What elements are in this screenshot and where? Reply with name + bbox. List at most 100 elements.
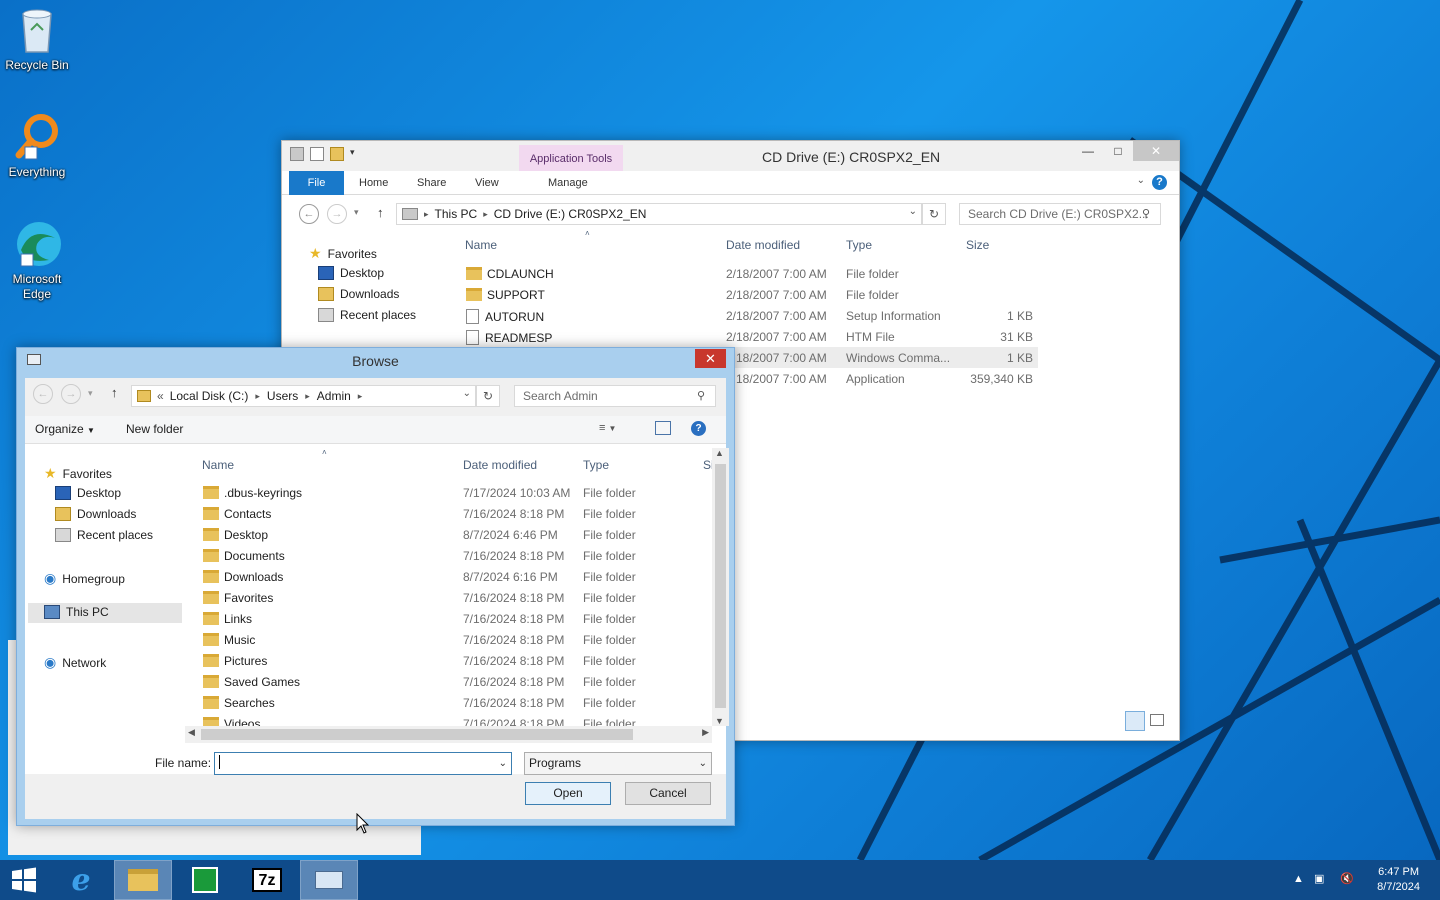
back-button[interactable]: ←: [33, 384, 53, 404]
help-icon[interactable]: ?: [1152, 175, 1167, 190]
breadcrumb-this-pc[interactable]: This PC: [435, 207, 478, 221]
browse-dialog-taskbar-button[interactable]: [300, 860, 358, 900]
forward-button[interactable]: →: [61, 384, 81, 404]
show-hidden-icons[interactable]: ▲: [1293, 873, 1304, 885]
nav-recent-places[interactable]: Recent places: [55, 528, 153, 542]
nav-desktop[interactable]: Desktop: [318, 266, 384, 280]
tab-manage[interactable]: Manage: [536, 171, 600, 195]
chevron-down-icon[interactable]: ▾: [350, 147, 358, 161]
breadcrumb-admin[interactable]: Admin: [317, 389, 351, 403]
everything-search-icon: [13, 113, 61, 161]
open-button[interactable]: Open: [525, 782, 611, 805]
nav-homegroup[interactable]: ◉ Homegroup: [44, 570, 125, 587]
close-button[interactable]: ✕: [695, 349, 726, 368]
clock[interactable]: 6:47 PM 8/7/2024: [1377, 865, 1420, 895]
chevron-down-icon[interactable]: ⌄: [499, 753, 507, 774]
desktop-icon-edge[interactable]: Microsoft Edge: [0, 220, 74, 302]
desktop-icon-recycle-bin[interactable]: Recycle Bin: [0, 6, 74, 73]
chevron-down-icon[interactable]: ⌄: [699, 753, 707, 774]
preview-pane-icon[interactable]: [655, 421, 671, 435]
browse-dialog[interactable]: Browse ✕ ← → ▾ ↑ « Local Disk (C:) ▸ Use…: [16, 347, 735, 826]
volume-muted-icon[interactable]: 🔇: [1340, 872, 1354, 885]
nav-downloads[interactable]: Downloads: [318, 287, 399, 301]
forward-button[interactable]: →: [327, 204, 347, 224]
nav-recent-places[interactable]: Recent places: [318, 308, 416, 322]
scroll-left-icon[interactable]: ◀: [188, 727, 195, 738]
cancel-button[interactable]: Cancel: [625, 782, 711, 805]
close-button[interactable]: ✕: [1133, 141, 1179, 161]
new-folder-button[interactable]: New folder: [126, 422, 183, 436]
breadcrumb-local-disk[interactable]: Local Disk (C:): [170, 389, 249, 403]
tab-home[interactable]: Home: [347, 171, 400, 195]
breadcrumb-users[interactable]: Users: [267, 389, 298, 403]
chevron-down-icon[interactable]: ⌄: [463, 388, 471, 399]
sort-up-icon: ˄: [322, 448, 327, 457]
properties-icon[interactable]: [310, 147, 324, 161]
explorer-titlebar[interactable]: ▾ Application Tools CD Drive (E:) CR0SPX…: [282, 141, 1179, 171]
organize-button[interactable]: Organize ▼: [35, 422, 95, 436]
scroll-right-icon[interactable]: ▶: [702, 727, 709, 738]
refresh-button[interactable]: ↻: [476, 385, 500, 407]
up-button[interactable]: ↑: [111, 385, 118, 400]
scroll-down-icon[interactable]: ▼: [715, 716, 724, 726]
downloads-icon: [318, 287, 334, 301]
nav-downloads[interactable]: Downloads: [55, 507, 136, 521]
folder-icon: [203, 549, 219, 562]
help-icon[interactable]: ?: [691, 421, 706, 436]
scroll-up-icon[interactable]: ▲: [715, 448, 724, 458]
search-input[interactable]: Search CD Drive (E:) CR0SPX2...: [959, 203, 1161, 225]
large-icons-view-button[interactable]: [1150, 714, 1164, 726]
back-button[interactable]: ←: [299, 204, 319, 224]
recent-places-icon: [55, 528, 71, 542]
chevron-right-icon: ▸: [255, 390, 260, 401]
breadcrumb-cd-drive[interactable]: CD Drive (E:) CR0SPX2_EN: [494, 207, 647, 221]
folder-icon: [203, 675, 219, 688]
start-button[interactable]: [0, 860, 48, 900]
nav-favorites[interactable]: ★ Favorites: [309, 245, 377, 262]
nav-favorites[interactable]: ★ Favorites: [44, 465, 112, 482]
ribbon-expand-icon[interactable]: ⌄: [1137, 175, 1145, 186]
details-view-button[interactable]: [1125, 711, 1145, 731]
file-explorer-button[interactable]: [114, 860, 172, 900]
column-date-modified[interactable]: Date modified: [726, 238, 800, 252]
nav-network[interactable]: ◉ Network: [44, 654, 106, 671]
search-input[interactable]: Search Admin: [514, 385, 716, 407]
file-name: SUPPORT: [466, 288, 545, 302]
column-type[interactable]: Type: [583, 458, 609, 472]
recent-locations-icon[interactable]: ▾: [88, 388, 93, 399]
network-icon[interactable]: ▣: [1314, 872, 1324, 885]
chevron-down-icon[interactable]: ⌄: [909, 206, 917, 217]
overflow-chevron-icon[interactable]: «: [157, 389, 164, 403]
store-button[interactable]: [176, 860, 234, 900]
vertical-scrollbar[interactable]: ▲ ▼: [712, 448, 729, 726]
folder-type: File folder: [583, 549, 636, 563]
horizontal-scrollbar[interactable]: ◀ ▶: [185, 726, 712, 743]
column-name[interactable]: Name: [202, 458, 234, 472]
internet-explorer-button[interactable]: e: [52, 860, 110, 900]
tab-share[interactable]: Share: [405, 171, 458, 195]
maximize-button[interactable]: □: [1103, 141, 1133, 161]
tab-file[interactable]: File: [289, 171, 344, 195]
address-bar[interactable]: ▸ This PC ▸ CD Drive (E:) CR0SPX2_EN ⌄: [396, 203, 922, 225]
file-name-input[interactable]: ⌄: [214, 752, 512, 775]
up-button[interactable]: ↑: [377, 205, 384, 220]
new-folder-icon[interactable]: [330, 147, 344, 161]
7zip-button[interactable]: 7z: [238, 860, 296, 900]
change-view-icon[interactable]: ≡ ▼: [599, 422, 616, 434]
desktop-icon-everything[interactable]: Everything: [0, 113, 74, 180]
column-size[interactable]: Size: [966, 238, 989, 252]
address-bar[interactable]: « Local Disk (C:) ▸ Users ▸ Admin ▸ ⌄: [131, 385, 476, 407]
column-type[interactable]: Type: [846, 238, 872, 252]
refresh-button[interactable]: ↻: [922, 203, 946, 225]
file-type-select[interactable]: Programs ⌄: [524, 752, 712, 775]
scrollbar-thumb[interactable]: [201, 729, 633, 740]
minimize-button[interactable]: —: [1073, 141, 1103, 161]
scrollbar-thumb[interactable]: [715, 464, 726, 708]
recent-locations-icon[interactable]: ▾: [354, 207, 359, 218]
nav-desktop[interactable]: Desktop: [55, 486, 121, 500]
folder-date: 7/16/2024 8:18 PM: [463, 633, 565, 647]
tab-view[interactable]: View: [463, 171, 511, 195]
column-name[interactable]: Name: [465, 238, 497, 252]
column-date-modified[interactable]: Date modified: [463, 458, 537, 472]
nav-this-pc[interactable]: This PC: [44, 605, 109, 619]
